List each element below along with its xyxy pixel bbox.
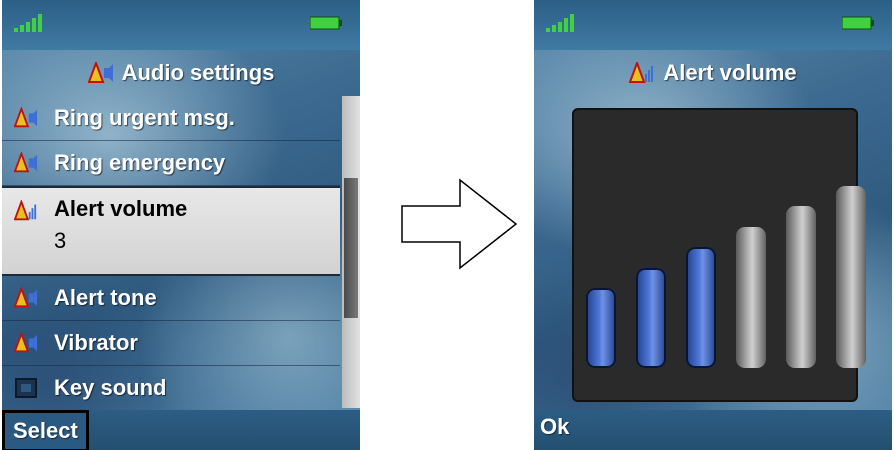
softkey-bar: Ok <box>534 410 892 450</box>
softkey-bar: Select <box>2 410 360 450</box>
screen-title: Alert volume <box>534 50 892 96</box>
alert-volume-screen: Alert volume Ok <box>534 0 892 450</box>
alert-volume-icon <box>14 200 37 221</box>
volume-bar-3 <box>686 247 716 368</box>
menu-item-key-sound[interactable]: Key sound <box>2 366 340 411</box>
signal-strength-icon <box>14 14 42 32</box>
volume-bar-4 <box>736 227 766 368</box>
battery-icon <box>842 16 874 30</box>
scrollbar-thumb[interactable] <box>344 178 358 318</box>
menu-item-label: Key sound <box>54 375 167 400</box>
menu-item-label: Ring urgent msg. <box>54 105 235 130</box>
menu-item-vibrator[interactable]: Vibrator <box>2 321 340 366</box>
volume-bar-1 <box>586 288 616 368</box>
menu-item-label: Alert tone <box>54 285 157 310</box>
ok-softkey[interactable]: Ok <box>540 414 569 440</box>
key-sound-icon <box>15 378 37 398</box>
screen-title: Audio settings <box>2 50 360 96</box>
screen-title-text: Alert volume <box>663 60 797 85</box>
select-softkey[interactable]: Select <box>2 410 89 450</box>
volume-bar-2 <box>636 268 666 368</box>
status-bar <box>534 0 892 50</box>
menu-item-label: Vibrator <box>54 330 138 355</box>
menu-item-alert-tone[interactable]: Alert tone <box>2 276 340 321</box>
screen-title-text: Audio settings <box>121 60 275 85</box>
audio-settings-menu: Ring urgent msg. Ring emergency Alert vo… <box>2 96 340 411</box>
menu-item-label: Alert volume <box>54 196 188 221</box>
alert-speaker-icon <box>14 332 38 353</box>
menu-scrollbar[interactable] <box>342 96 360 408</box>
menu-item-ring-emergency[interactable]: Ring emergency <box>2 141 340 186</box>
signal-strength-icon <box>546 14 574 32</box>
alert-volume-icon <box>629 62 654 83</box>
menu-item-ring-urgent-msg[interactable]: Ring urgent msg. <box>2 96 340 141</box>
volume-bar-6 <box>836 186 866 368</box>
volume-level-panel[interactable] <box>572 108 866 402</box>
menu-item-label: Ring emergency <box>54 150 226 175</box>
alert-speaker-icon <box>14 152 38 173</box>
alert-volume-value: 3 <box>54 228 67 253</box>
arrow-right-icon <box>401 178 518 270</box>
alert-speaker-icon <box>14 107 38 128</box>
audio-settings-screen: Audio settings Ring urgent msg. Ring eme… <box>2 0 360 450</box>
volume-bar-5 <box>786 206 816 368</box>
battery-icon <box>310 16 342 30</box>
menu-item-alert-volume[interactable]: Alert volume 3 <box>2 186 340 276</box>
alert-speaker-icon <box>87 62 113 83</box>
alert-speaker-icon <box>14 287 38 308</box>
status-bar <box>2 0 360 50</box>
